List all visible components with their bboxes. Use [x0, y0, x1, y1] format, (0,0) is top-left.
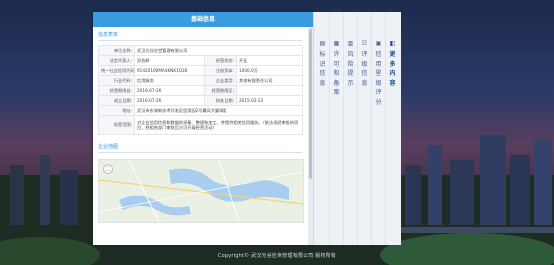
value-founded-date: 2016-07-26 [134, 95, 205, 106]
label-credit-code: 统一社会信用代码: [98, 65, 135, 76]
side-menu-label: 标识信息 [319, 51, 326, 87]
more-icon: ◧ [389, 40, 396, 47]
value-company-name: 武汉光谷应世管理有限公司 [134, 45, 303, 56]
side-menu-label: 更多内容 [389, 51, 396, 87]
label-company-name: 单位全称: [98, 45, 135, 56]
label-business-status: 经营状态: [204, 55, 237, 66]
scrollbar-thumb[interactable] [309, 29, 312, 179]
side-menu-item-0[interactable]: ▤ 标识信息 [317, 40, 328, 88]
table-row: 法定代表人: 邓佐辉 经营状态: 开业 [98, 55, 303, 66]
map-canvas [99, 160, 303, 222]
map-fullscreen-icon[interactable]: ⛶ [103, 164, 113, 174]
side-menu-label: 许可和备案 [333, 51, 340, 96]
label-term-from: 经营期限自: [98, 85, 135, 96]
id-card-icon: ▤ [319, 40, 326, 47]
label-business-scope: 经营范围: [98, 115, 135, 135]
side-menu-item-5[interactable]: ◧ 更多内容 [387, 40, 398, 88]
table-row: 经营期限自: 2016-07-26 经营期限至: [98, 85, 303, 96]
table-row: 单位全称: 武汉光谷应世管理有限公司 [98, 45, 303, 56]
value-registered-capital: 1000.0万 [236, 65, 303, 76]
warning-icon: ▥ [347, 40, 354, 47]
value-business-status: 开业 [236, 55, 303, 66]
side-menu-label: 评级信息 [361, 51, 368, 87]
side-menu-item-4[interactable]: ▣ 信用星级评分 [373, 40, 384, 107]
info-table: 单位全称: 武汉光谷应世管理有限公司 法定代表人: 邓佐辉 经营状态: 开业 统… [98, 45, 303, 135]
value-approval-date: 2015-02-22 [236, 95, 303, 106]
panel-body: 信息表单 单位全称: 武汉光谷应世管理有限公司 法定代表人: 邓佐辉 经营状态:… [93, 27, 307, 245]
info-section-title: 信息表单 [98, 31, 302, 41]
basic-info-panel: 基础信息 信息表单 单位全称: 武汉光谷应世管理有限公司 法定代表人: 邓佐辉 … [93, 12, 313, 245]
label-term-to: 经营期限至: [204, 85, 237, 96]
side-menu-label: 风险提示 [347, 51, 354, 87]
value-term-to [236, 85, 303, 96]
label-founded-date: 成立日期: [98, 95, 135, 106]
side-menu-item-1[interactable]: ▦ 许可和备案 [331, 40, 342, 98]
table-row: 成立日期: 2016-07-26 核准日期: 2015-02-22 [98, 95, 303, 106]
table-row: 经营范围: 对企业信用信息和数据的采集、整理和加工、并提供相关信用服务。（依法须… [98, 115, 303, 135]
star-icon: ▣ [375, 40, 382, 47]
table-row: 地址: 武汉市东湖新技术开发区信用园2号幕风大厦8楼 [98, 105, 303, 116]
label-approval-date: 核准日期: [204, 95, 237, 106]
map-section-title: 企业地图 [98, 143, 302, 153]
table-row: 统一社会信用代码: 91420100MA4KNK1Q36 注册资本: 1000.… [98, 65, 303, 76]
value-company-type: 其他有限责任公司 [236, 75, 303, 86]
label-registered-capital: 注册资本: [204, 65, 237, 76]
label-address: 地址: [98, 105, 135, 116]
table-row: 行业代码: 信用服务 企业类型: 其他有限责任公司 [98, 75, 303, 86]
side-menu: ▤ 标识信息 ▦ 许可和备案 ▥ 风险提示 ☷ 评级信息 ▣ 信用星级评分 ◧ … [313, 12, 401, 245]
side-menu-label: 信用星级评分 [375, 51, 382, 106]
rating-icon: ☷ [361, 40, 368, 47]
footer-copyright: Copyright© 武汉光谷应世管理有限公司 版权所有 [217, 253, 337, 259]
panel-title: 基础信息 [93, 12, 313, 27]
label-legal-rep: 法定代表人: [98, 55, 135, 66]
value-address: 武汉市东湖新技术开发区信用园2号幕风大厦8楼 [134, 105, 303, 116]
label-company-type: 企业类型: [204, 75, 237, 86]
value-term-from: 2016-07-26 [134, 85, 205, 96]
value-industry: 信用服务 [134, 75, 205, 86]
license-icon: ▦ [333, 40, 340, 47]
value-legal-rep: 邓佐辉 [134, 55, 205, 66]
side-menu-item-3[interactable]: ☷ 评级信息 [359, 40, 370, 88]
side-menu-item-2[interactable]: ▥ 风险提示 [345, 40, 356, 88]
value-business-scope: 对企业信用信息和数据的采集、整理和加工、并提供相关信用服务。（依法须经审批的项目… [134, 115, 303, 135]
value-credit-code: 91420100MA4KNK1Q36 [134, 65, 205, 76]
label-industry: 行业代码: [98, 75, 135, 86]
company-map[interactable]: ⛶ [98, 159, 304, 223]
